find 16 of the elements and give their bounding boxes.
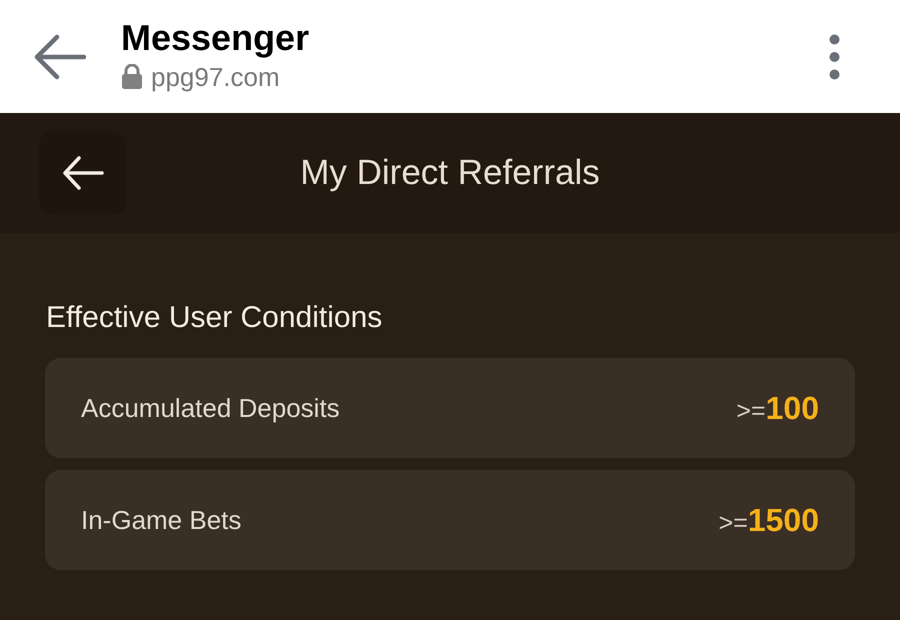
condition-value: 1500 bbox=[748, 501, 819, 540]
more-vertical-icon bbox=[828, 34, 840, 80]
url-text: ppg97.com bbox=[151, 62, 280, 92]
page-title: My Direct Referrals bbox=[300, 152, 600, 194]
condition-operator: >= bbox=[718, 508, 748, 539]
back-arrow-icon bbox=[34, 34, 86, 80]
back-button[interactable] bbox=[39, 131, 126, 215]
section-title: Effective User Conditions bbox=[46, 300, 382, 336]
back-arrow-icon bbox=[62, 156, 104, 190]
lock-icon bbox=[121, 64, 143, 89]
condition-operator: >= bbox=[736, 396, 766, 427]
condition-label: In-Game Bets bbox=[81, 504, 242, 536]
condition-label: Accumulated Deposits bbox=[81, 392, 340, 424]
browser-title: Messenger bbox=[121, 16, 310, 60]
condition-value: 100 bbox=[766, 389, 819, 428]
more-options-button[interactable] bbox=[828, 32, 840, 80]
